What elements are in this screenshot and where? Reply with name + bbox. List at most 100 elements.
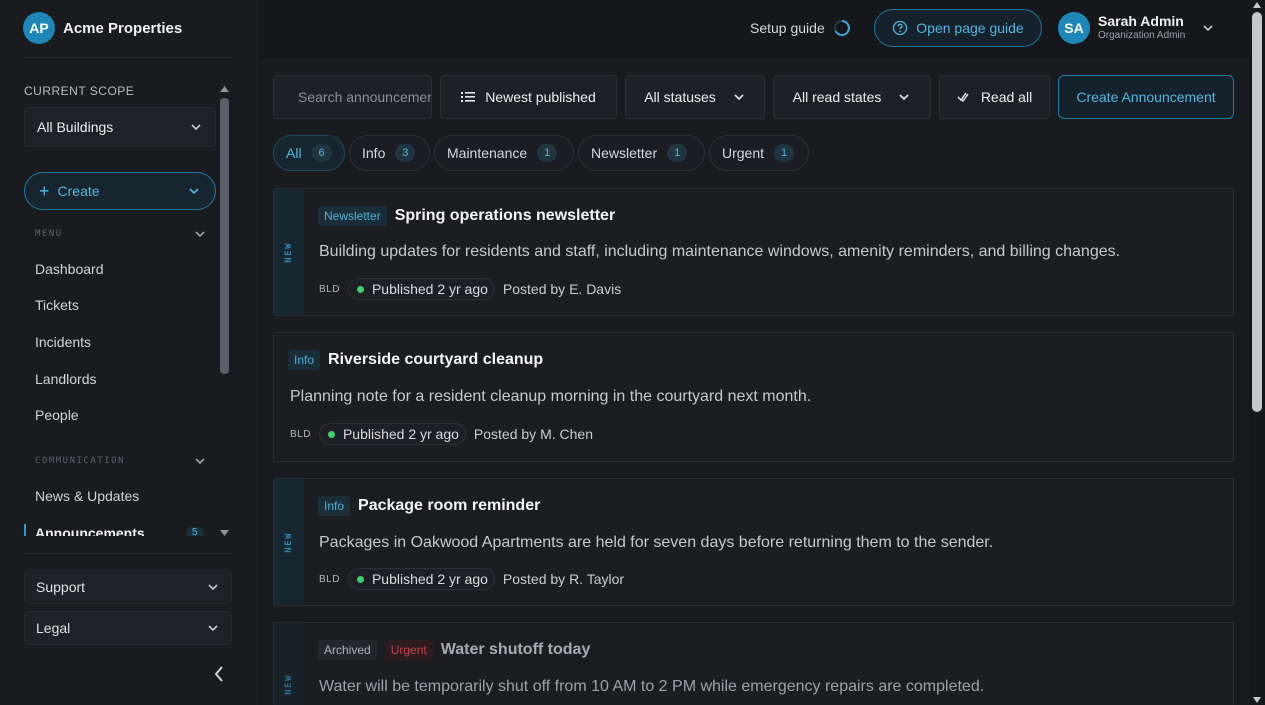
legal-menu[interactable]: Legal [24, 611, 232, 645]
building-label: BLD [319, 283, 340, 295]
scroll-down-arrow-icon[interactable] [220, 530, 229, 536]
sidebar-item-news-updates[interactable]: News & Updates [35, 488, 139, 506]
building-label: BLD [319, 573, 340, 585]
announcement-description: Building updates for residents and staff… [319, 243, 1121, 260]
chip-label: All [286, 145, 302, 161]
announcement-description: Water will be temporarily shut off from … [319, 678, 985, 695]
status-badge: Published 2 yr ago [347, 568, 495, 590]
communication-section-title: COMMUNICATION [35, 456, 125, 466]
announcement-title: Riverside courtyard cleanup [328, 351, 544, 368]
sidebar-item-announcements[interactable]: Announcements [35, 525, 145, 536]
new-indicator-stripe: NEW [274, 189, 304, 315]
progress-ring-icon [833, 20, 850, 36]
announcement-title: Water shutoff today [440, 641, 591, 658]
setup-guide-button[interactable]: Setup guide [750, 17, 851, 39]
open-page-guide-label: Open page guide [916, 20, 1024, 36]
chip-count: 6 [311, 144, 332, 162]
filter-chip-info[interactable]: Info 3 [349, 135, 430, 171]
setup-guide-label: Setup guide [750, 20, 825, 36]
new-indicator-stripe: NEW [274, 623, 304, 705]
posted-by: Posted by R. Taylor [502, 571, 625, 587]
support-label: Support [36, 579, 86, 595]
new-indicator-stripe: NEW [274, 479, 304, 605]
divider [24, 553, 232, 554]
sidebar-item-tickets[interactable]: Tickets [35, 297, 79, 315]
create-label: Create [57, 183, 100, 199]
scroll-up-arrow-icon[interactable] [1253, 2, 1261, 8]
sort-select[interactable]: Newest published [440, 75, 617, 119]
sidebar-scroll-thumb[interactable] [220, 98, 229, 374]
announcement-card[interactable]: Info Riverside courtyard cleanup Plannin… [273, 332, 1234, 462]
create-announcement-button[interactable]: Create Announcement [1058, 75, 1234, 119]
sidebar-item-incidents[interactable]: Incidents [35, 334, 91, 352]
category-tag: Info [288, 350, 321, 370]
chevron-down-icon [734, 94, 744, 101]
chip-count: 1 [537, 144, 558, 162]
chip-label: Newsletter [591, 145, 658, 161]
status-badge: Published 2 yr ago [318, 423, 466, 445]
chevron-down-icon [189, 188, 199, 195]
status-filter-select[interactable]: All statuses [625, 75, 765, 119]
collapse-sidebar-chevron-left-icon[interactable] [212, 664, 226, 684]
status-text: Published 2 yr ago [371, 571, 488, 587]
announcement-card[interactable]: NEW Archived Urgent Water shutoff today … [273, 622, 1234, 705]
posted-by: Posted by E. Davis [502, 281, 622, 297]
avatar: SA [1058, 12, 1090, 44]
status-text: Published 2 yr ago [342, 426, 459, 442]
user-name: Sarah Admin [1098, 13, 1184, 29]
announcement-title: Spring operations newsletter [394, 207, 616, 224]
published-dot [356, 575, 364, 583]
read-all-label: Read all [980, 89, 1033, 105]
chevron-down-icon [208, 625, 218, 632]
read-state-filter-select[interactable]: All read states [773, 75, 931, 119]
sidebar-item-landlords[interactable]: Landlords [35, 371, 97, 389]
sidebar: AP Acme Properties CURRENT SCOPE All Bui… [0, 0, 258, 705]
filter-chip-newsletter[interactable]: Newsletter 1 [578, 135, 705, 171]
status-badge: Published 2 yr ago [347, 278, 495, 300]
sidebar-item-people[interactable]: People [35, 407, 79, 425]
scope-select[interactable]: All Buildings [24, 107, 216, 147]
new-label: NEW [284, 673, 294, 695]
chevron-down-icon [899, 94, 909, 101]
urgent-tag: Urgent [384, 640, 433, 660]
sidebar-scrollbar[interactable] [219, 84, 230, 538]
chip-count: 3 [395, 144, 416, 162]
filter-chip-urgent[interactable]: Urgent 1 [709, 135, 809, 171]
filter-chip-all[interactable]: All 6 [273, 135, 345, 171]
menu-section-title: MENU [35, 229, 63, 239]
read-all-button[interactable]: Read all [939, 75, 1050, 119]
scroll-up-arrow-icon[interactable] [220, 86, 229, 92]
status-filter-label: All statuses [644, 89, 716, 105]
menu-section-toggle[interactable]: MENU [35, 226, 207, 242]
posted-by: Posted by M. Chen [473, 426, 593, 442]
double-check-icon [957, 92, 969, 103]
sidebar-item-dashboard[interactable]: Dashboard [35, 261, 104, 279]
announcement-description: Planning note for a resident cleanup mor… [290, 388, 812, 405]
user-role: Organization Admin [1098, 30, 1186, 41]
communication-section-toggle[interactable]: COMMUNICATION [35, 453, 207, 469]
announcement-card[interactable]: NEW Info Package room reminder Packages … [273, 478, 1234, 606]
plus-icon: + [39, 181, 50, 201]
sidebar-scroll-area: CURRENT SCOPE All Buildings + Create MEN… [0, 0, 232, 536]
scroll-down-arrow-icon[interactable] [1253, 697, 1261, 703]
user-menu[interactable]: SA Sarah Admin Organization Admin [1058, 11, 1215, 45]
announcement-description: Packages in Oakwood Apartments are held … [319, 534, 994, 551]
sort-label: Newest published [485, 89, 596, 105]
active-indicator [24, 524, 26, 536]
support-menu[interactable]: Support [24, 570, 232, 604]
chip-label: Info [362, 145, 386, 161]
open-page-guide-button[interactable]: Open page guide [874, 9, 1042, 47]
page-scrollbar[interactable] [1249, 0, 1265, 705]
search-input[interactable]: Search announcements [273, 75, 432, 119]
announcement-card[interactable]: NEW Newsletter Spring operations newslet… [273, 188, 1234, 316]
page-scroll-thumb[interactable] [1252, 12, 1262, 412]
chevron-down-icon [195, 231, 205, 238]
chevron-down-icon [191, 124, 201, 131]
published-dot [356, 285, 364, 293]
chip-count: 1 [667, 144, 688, 162]
create-button[interactable]: + Create [24, 172, 216, 210]
help-circle-icon [893, 20, 908, 36]
archived-tag: Archived [318, 640, 377, 660]
filter-chip-maintenance[interactable]: Maintenance 1 [434, 135, 574, 171]
chip-label: Maintenance [447, 145, 528, 161]
